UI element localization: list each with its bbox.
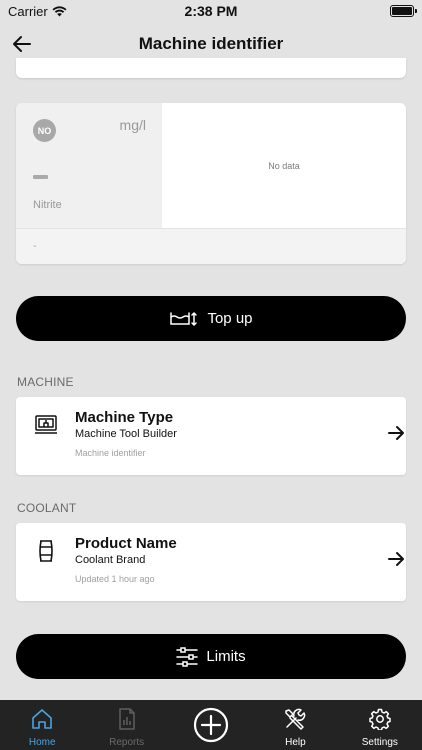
tab-help[interactable]: Help — [253, 700, 337, 750]
arrow-right-icon — [388, 426, 404, 440]
battery-icon — [390, 5, 417, 17]
parameter-value-empty — [33, 175, 48, 179]
tools-icon — [285, 708, 306, 730]
add-icon — [193, 707, 229, 743]
tab-reports-label: Reports — [109, 737, 145, 748]
parameter-badge: NO — [33, 119, 56, 142]
coolant-updated: Updated 1 hour ago — [75, 574, 155, 584]
tab-add[interactable] — [169, 700, 253, 750]
tab-settings[interactable]: Settings — [338, 700, 422, 750]
limits-label: Limits — [206, 648, 246, 665]
tab-help-label: Help — [285, 737, 306, 748]
gear-icon — [369, 708, 391, 730]
tab-home[interactable]: Home — [0, 700, 84, 750]
parameter-name: Nitrite — [33, 199, 62, 211]
parameter-footer-text: - — [33, 240, 37, 252]
machine-icon — [35, 415, 57, 434]
home-icon — [32, 709, 53, 729]
report-icon — [118, 708, 135, 730]
previous-card-edge — [16, 58, 406, 78]
top-up-label: Top up — [207, 310, 253, 327]
page-title: Machine identifier — [138, 34, 284, 53]
coolant-card[interactable]: Product Name Coolant Brand Updated 1 hou… — [16, 523, 406, 601]
coolant-brand: Coolant Brand — [75, 554, 146, 566]
clock: 2:38 PM — [184, 3, 238, 19]
machine-type: Machine Type — [75, 409, 174, 426]
parameter-summary: NO mg/l Nitrite — [16, 103, 162, 228]
machine-identifier: Machine identifier — [75, 448, 146, 458]
machine-builder: Machine Tool Builder — [75, 428, 177, 440]
tab-reports[interactable]: Reports — [84, 700, 168, 750]
no-data-label: No data — [268, 160, 300, 171]
parameter-card[interactable]: NO mg/l Nitrite No data - — [16, 103, 406, 264]
parameter-footer: - — [16, 228, 406, 264]
top-up-button[interactable]: Top up — [16, 296, 406, 341]
parameter-unit: mg/l — [119, 117, 146, 133]
status-bar: Carrier 2:38 PM — [0, 0, 422, 22]
barrel-icon — [39, 540, 53, 562]
level-icon — [170, 311, 198, 326]
sliders-icon — [176, 646, 199, 667]
machine-section-heading: MACHINE — [17, 375, 74, 389]
tab-settings-label: Settings — [361, 737, 398, 748]
arrow-right-icon — [388, 552, 404, 566]
tab-bar: Home Reports Help Settings — [0, 700, 422, 750]
coolant-section-heading: COOLANT — [17, 501, 77, 515]
parameter-chart-area: No data — [162, 103, 406, 228]
limits-button[interactable]: Limits — [16, 634, 406, 679]
product-name: Product Name — [75, 535, 177, 552]
tab-home-label: Home — [28, 737, 56, 748]
machine-card[interactable]: Machine Type Machine Tool Builder Machin… — [16, 397, 406, 475]
